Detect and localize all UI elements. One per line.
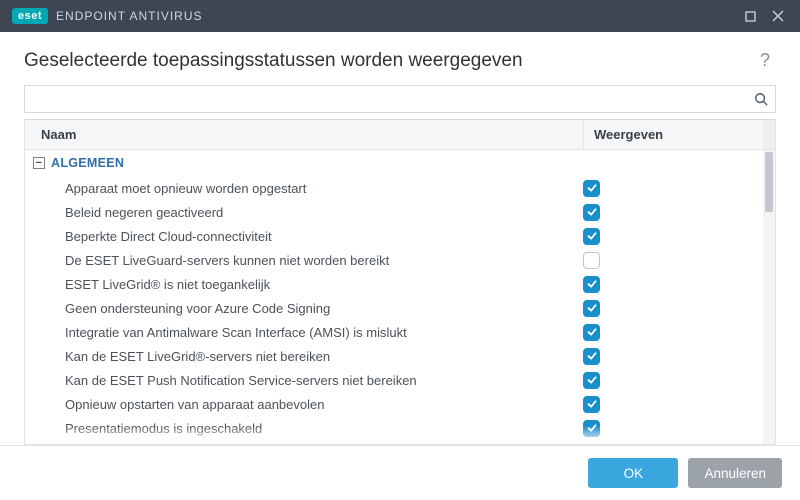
search-icon[interactable] [747, 92, 775, 106]
table-row[interactable]: Integratie van Antimalware Scan Interfac… [25, 320, 763, 344]
content-area: Naam Weergeven −ALGEMEEN Apparaat moet op… [0, 85, 800, 445]
status-name: Geen ondersteuning voor Azure Code Signi… [25, 301, 583, 316]
table-row[interactable]: De ESET LiveGuard-servers kunnen niet wo… [25, 248, 763, 272]
status-name: Beleid negeren geactiveerd [25, 205, 583, 220]
show-checkbox[interactable] [583, 420, 600, 437]
column-header-name[interactable]: Naam [25, 120, 583, 149]
status-name: Kan de ESET Push Notification Service-se… [25, 373, 583, 388]
status-name: Apparaat moet opnieuw worden opgestart [25, 181, 583, 196]
maximize-button[interactable] [736, 4, 764, 28]
status-name: Opnieuw opstarten van apparaat aanbevole… [25, 397, 583, 412]
status-table: Naam Weergeven −ALGEMEEN Apparaat moet op… [24, 119, 776, 445]
scrollbar[interactable] [763, 150, 775, 444]
show-checkbox[interactable] [583, 180, 600, 197]
show-checkbox[interactable] [583, 396, 600, 413]
cancel-button[interactable]: Annuleren [688, 458, 782, 488]
table-row[interactable]: Kan de ESET LiveGrid®-servers niet berei… [25, 344, 763, 368]
table-row[interactable]: Kan de ESET Push Notification Service-se… [25, 368, 763, 392]
table-row[interactable]: Beperkte Direct Cloud-connectiviteit [25, 224, 763, 248]
status-name: ESET LiveGrid® is niet toegankelijk [25, 277, 583, 292]
table-row[interactable]: Geen ondersteuning voor Azure Code Signi… [25, 296, 763, 320]
column-header-show[interactable]: Weergeven [583, 120, 763, 149]
product-name: ENDPOINT ANTIVIRUS [56, 9, 202, 23]
table-row[interactable]: Beleid negeren geactiveerd [25, 200, 763, 224]
status-name: Kan de ESET LiveGrid®-servers niet berei… [25, 349, 583, 364]
dialog-footer: OK Annuleren [0, 445, 800, 500]
close-button[interactable] [764, 4, 792, 28]
show-checkbox[interactable] [583, 300, 600, 317]
page-title: Geselecteerde toepassingsstatussen worde… [24, 50, 754, 72]
status-name: Beperkte Direct Cloud-connectiviteit [25, 229, 583, 244]
table-row[interactable]: Opnieuw opstarten van apparaat aanbevole… [25, 392, 763, 416]
group-label: ALGEMEEN [51, 156, 124, 170]
table-header: Naam Weergeven [25, 120, 775, 150]
table-body: −ALGEMEEN Apparaat moet opnieuw worden op… [25, 150, 775, 444]
show-checkbox[interactable] [583, 372, 600, 389]
show-checkbox[interactable] [583, 252, 600, 269]
status-name: Integratie van Antimalware Scan Interfac… [25, 325, 583, 340]
status-name: De ESET LiveGuard-servers kunnen niet wo… [25, 253, 583, 268]
help-button[interactable]: ? [754, 46, 776, 75]
table-row[interactable]: Apparaat moet opnieuw worden opgestart [25, 176, 763, 200]
ok-button[interactable]: OK [588, 458, 678, 488]
group-row-general[interactable]: −ALGEMEEN [25, 150, 763, 176]
show-checkbox[interactable] [583, 324, 600, 341]
collapse-icon[interactable]: − [33, 157, 45, 169]
show-checkbox[interactable] [583, 276, 600, 293]
show-checkbox[interactable] [583, 228, 600, 245]
search-input[interactable] [25, 86, 747, 112]
scrollbar-thumb[interactable] [765, 152, 773, 212]
show-checkbox[interactable] [583, 348, 600, 365]
brand-badge: eset [12, 8, 48, 24]
dialog-header: Geselecteerde toepassingsstatussen worde… [0, 32, 800, 85]
table-row[interactable]: ESET LiveGrid® is niet toegankelijk [25, 272, 763, 296]
app-window: eset ENDPOINT ANTIVIRUS Geselecteerde to… [0, 0, 800, 500]
status-name: Presentatiemodus is ingeschakeld [25, 421, 583, 436]
show-checkbox[interactable] [583, 204, 600, 221]
table-row[interactable]: Presentatiemodus is ingeschakeld [25, 416, 763, 440]
search-bar [24, 85, 776, 113]
titlebar: eset ENDPOINT ANTIVIRUS [0, 0, 800, 32]
